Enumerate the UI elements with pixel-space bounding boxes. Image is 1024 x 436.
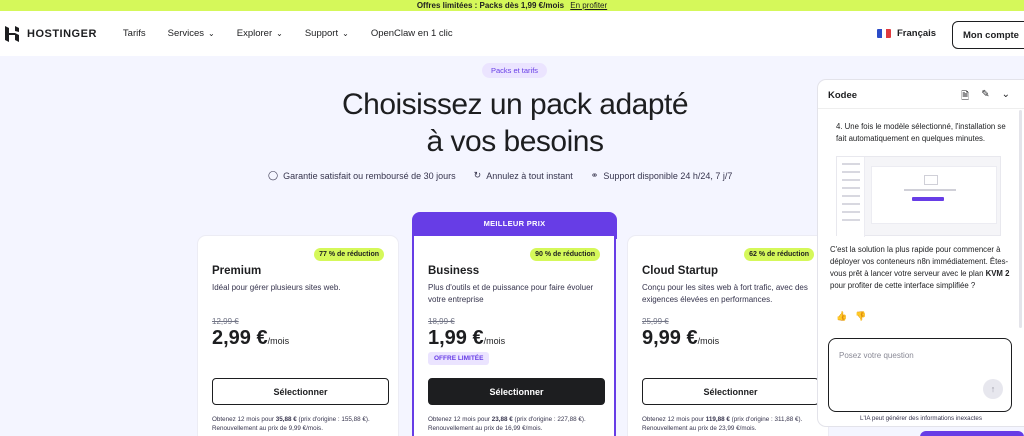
chat-launcher[interactable] [920, 431, 1024, 436]
plan-card-cloud-startup: 62 % de réduction Cloud Startup Conçu po… [628, 236, 828, 436]
chat-scrollbar[interactable] [1019, 110, 1022, 328]
send-arrow-icon[interactable]: ↑ [983, 379, 1003, 399]
nav-item-openclaw[interactable]: OpenClaw en 1 clic [371, 28, 453, 39]
chevron-down-icon: ⌄ [276, 29, 283, 38]
select-business-button[interactable]: Sélectionner [428, 378, 605, 405]
chat-message-step: 4. Une fois le modèle sélectionné, l'ins… [836, 122, 1006, 143]
edit-icon[interactable]: ✎ [981, 89, 989, 106]
price-value: 2,99 € [212, 327, 268, 349]
limited-offer-badge: OFFRE LIMITÉE [428, 352, 490, 365]
nav-item-explorer[interactable]: Explorer ⌄ [237, 28, 283, 39]
page-title-line-2: à vos besoins [426, 125, 604, 158]
page-title-line-1: Choisissez un pack adapté [341, 88, 689, 121]
kodee-chat-panel: Kodee 🗎 ✎ ⌄ 4. Une fois le modèle sélect… [818, 80, 1024, 426]
best-price-badge: MEILLEUR PRIX [412, 212, 617, 239]
guarantee-item: ↻ Annulez à tout instant [474, 170, 573, 181]
divider [818, 108, 1024, 109]
price-period: /mois [697, 336, 720, 346]
chat-title: Kodee [828, 90, 858, 101]
ai-disclaimer: L'IA peut générer des informations inexa… [860, 415, 982, 422]
nav-item-support[interactable]: Support ⌄ [305, 28, 349, 39]
language-selector[interactable]: Français [877, 28, 936, 39]
screenshot-sidebar [837, 157, 865, 237]
plan-description: Conçu pour les sites web à fort trafic, … [642, 283, 808, 304]
thumbs-up-icon[interactable]: 👍 [836, 311, 847, 322]
chevron-down-icon: ⌄ [342, 29, 349, 38]
section-pill: Packs et tarifs [482, 63, 547, 78]
old-price: 18,99 € [428, 317, 455, 326]
plan-price: 1,99 €/mois [428, 327, 505, 350]
brand-logo[interactable]: HOSTINGER [5, 25, 97, 42]
account-button[interactable]: Mon compte [952, 21, 1024, 49]
plan-fine-print: Obtenez 12 mois pour 119,88 € (prix d'or… [642, 416, 803, 432]
old-price: 25,99 € [642, 317, 669, 326]
top-navigation: HOSTINGER Tarifs Services ⌄ Explorer ⌄ S… [0, 11, 1024, 56]
chat-message-answer: C'est la solution la plus rapide pour co… [830, 245, 1010, 290]
price-period: /mois [483, 336, 506, 346]
chat-question-input[interactable]: Posez votre question ↑ [828, 338, 1012, 412]
nav-item-services[interactable]: Services ⌄ [168, 28, 215, 39]
france-flag-icon [877, 29, 891, 38]
old-price: 12,99 € [212, 317, 239, 326]
plan-price: 9,99 €/mois [642, 327, 719, 350]
promo-text: Offres limitées : Packs dès 1,99 €/mois [416, 1, 565, 10]
main-menu: Tarifs Services ⌄ Explorer ⌄ Support ⌄ O… [123, 28, 475, 39]
plan-fine-print: Obtenez 12 mois pour 35,88 € (prix d'ori… [212, 416, 370, 432]
nav-item-tarifs[interactable]: Tarifs [123, 28, 146, 39]
guarantees-row: ◯ Garantie satisfait ou remboursé de 30 … [268, 170, 750, 181]
nav-item-label: Support [304, 28, 339, 39]
plan-name: Cloud Startup [642, 265, 719, 277]
select-cloud-startup-button[interactable]: Sélectionner [642, 378, 819, 405]
language-label: Français [897, 28, 937, 39]
price-period: /mois [267, 336, 290, 346]
chat-input-placeholder: Posez votre question [839, 351, 914, 360]
guarantee-item: ◯ Garantie satisfait ou remboursé de 30 … [268, 170, 456, 181]
chat-header-actions: 🗎 ✎ ⌄ [949, 89, 1010, 106]
chevron-down-icon: ⌄ [208, 29, 215, 38]
price-value: 9,99 € [642, 327, 698, 349]
plan-card-business: 90 % de réduction Business Plus d'outils… [414, 236, 614, 436]
promo-link[interactable]: En profiter [570, 1, 607, 10]
guarantee-text: Annulez à tout instant [486, 170, 573, 181]
discount-badge: 77 % de réduction [314, 248, 384, 261]
refresh-icon: ↻ [473, 170, 482, 180]
price-value: 1,99 € [428, 327, 484, 349]
guarantee-text: Support disponible 24 h/24, 7 j/7 [603, 170, 733, 181]
plan-fine-print: Obtenez 12 mois pour 23,88 € (prix d'ori… [428, 416, 586, 432]
headset-icon: ⚭ [590, 170, 599, 180]
shield-icon: ◯ [268, 170, 279, 180]
nav-item-label: Explorer [236, 28, 273, 39]
chevron-down-icon[interactable]: ⌄ [1002, 89, 1010, 106]
promo-banner: Offres limitées : Packs dès 1,99 €/mois … [0, 0, 1024, 11]
nav-item-label: Services [167, 28, 205, 39]
nav-item-label: Tarifs [122, 28, 146, 39]
discount-badge: 90 % de réduction [530, 248, 600, 261]
document-icon[interactable]: 🗎 [961, 89, 969, 106]
guarantee-item: ⚭ Support disponible 24 h/24, 7 j/7 [591, 170, 733, 181]
plan-price: 2,99 €/mois [212, 327, 289, 350]
page-title: Choisissez un pack adapté à vos besoins [300, 86, 730, 160]
plan-name: Premium [212, 265, 262, 277]
plan-description: Idéal pour gérer plusieurs sites web. [212, 283, 341, 292]
hostinger-logo-icon [5, 25, 19, 42]
brand-name: HOSTINGER [27, 27, 97, 40]
plan-description: Plus d'outils et de puissance pour faire… [428, 283, 594, 304]
guarantee-text: Garantie satisfait ou remboursé de 30 jo… [283, 170, 456, 181]
discount-badge: 62 % de réduction [744, 248, 814, 261]
plan-card-premium: 77 % de réduction Premium Idéal pour gér… [198, 236, 398, 436]
feedback-actions: 👍 👎 [836, 311, 874, 322]
select-premium-button[interactable]: Sélectionner [212, 378, 389, 405]
chat-screenshot-image [836, 156, 1001, 237]
screenshot-panel [871, 166, 997, 224]
plan-name: Business [428, 265, 480, 277]
nav-item-label: OpenClaw en 1 clic [370, 28, 453, 39]
thumbs-down-icon[interactable]: 👎 [855, 311, 866, 322]
